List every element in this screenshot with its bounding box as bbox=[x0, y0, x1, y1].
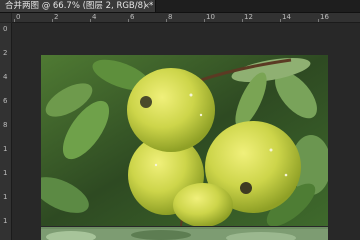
horizontal-ruler[interactable]: 0 2 4 6 8 10 12 14 16 bbox=[12, 13, 360, 23]
close-tab-icon[interactable]: × bbox=[143, 0, 150, 12]
second-photo-layer[interactable] bbox=[41, 227, 328, 240]
ruler-label: 8 bbox=[3, 121, 8, 129]
ruler-label: 2 bbox=[54, 13, 59, 21]
ruler-label: 0 bbox=[16, 13, 21, 21]
ruler-label: 4 bbox=[3, 73, 8, 81]
ruler-label: 2 bbox=[3, 49, 8, 57]
document-tab-bar: 合并两图 @ 66.7% (图层 2, RGB/8) * × bbox=[0, 0, 360, 13]
ruler-label: 6 bbox=[130, 13, 135, 21]
pear-image bbox=[41, 55, 328, 226]
ruler-label: 6 bbox=[3, 97, 8, 105]
ruler-label: 14 bbox=[282, 13, 291, 21]
second-image bbox=[41, 229, 328, 240]
document-tab[interactable]: 合并两图 @ 66.7% (图层 2, RGB/8) * × bbox=[0, 0, 156, 12]
ruler-label: 16 bbox=[320, 13, 329, 21]
ruler-label: 0 bbox=[3, 25, 8, 33]
ruler-label: 4 bbox=[92, 13, 97, 21]
ruler-label: 1 bbox=[3, 169, 8, 177]
vertical-ruler[interactable]: 0 2 4 6 8 1 1 1 1 bbox=[0, 23, 12, 240]
ruler-label: 1 bbox=[3, 217, 8, 225]
pear-photo-layer[interactable] bbox=[41, 55, 328, 226]
ruler-label: 10 bbox=[206, 13, 215, 21]
ruler-label: 1 bbox=[3, 193, 8, 201]
ruler-label: 1 bbox=[3, 145, 8, 153]
ruler-label: 12 bbox=[244, 13, 253, 21]
document-tab-title: 合并两图 @ 66.7% (图层 2, RGB/8) * bbox=[5, 1, 154, 11]
ruler-label: 8 bbox=[168, 13, 173, 21]
ruler-origin[interactable] bbox=[0, 13, 12, 23]
